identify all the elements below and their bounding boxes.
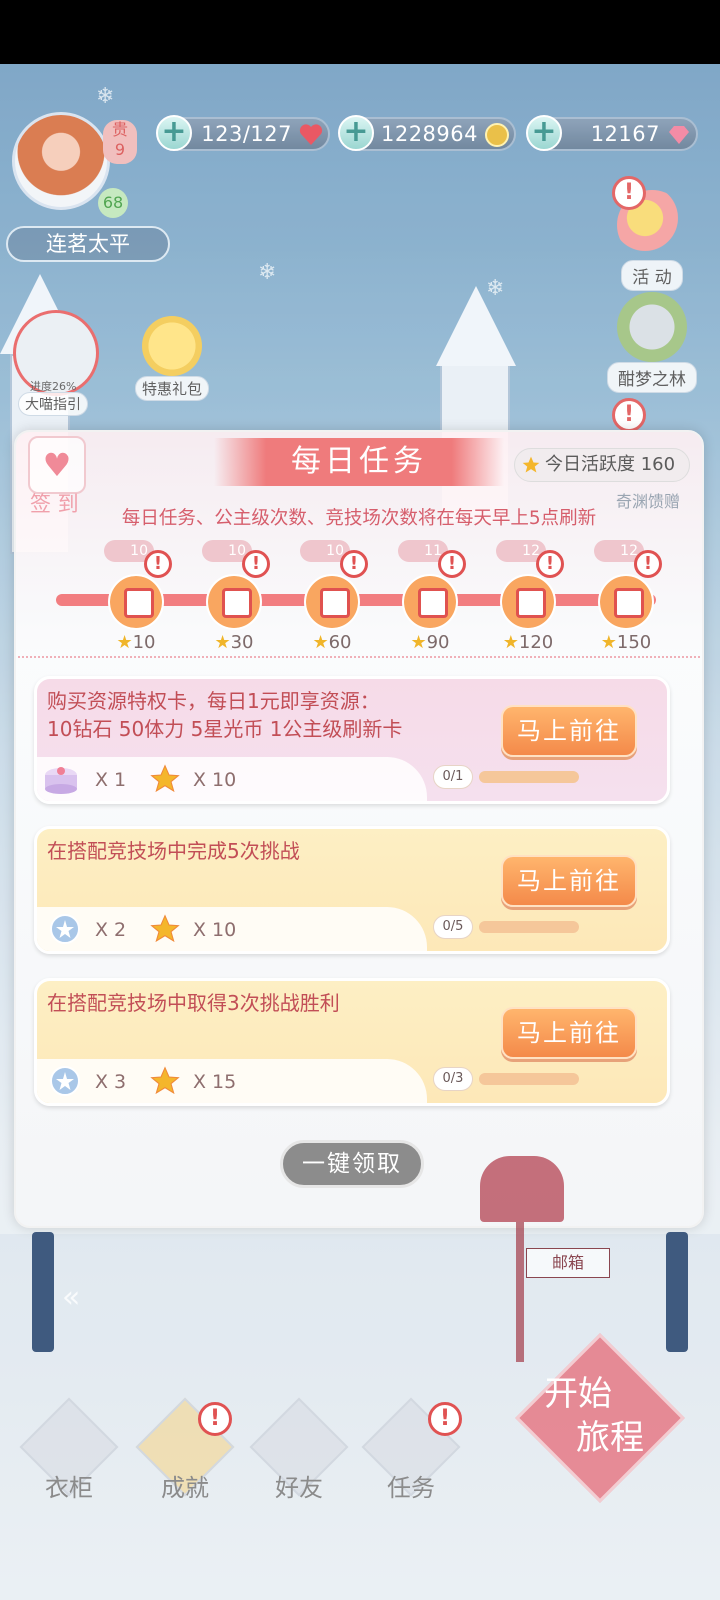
star-icon: ★	[502, 632, 519, 653]
gift-box-icon	[500, 574, 556, 630]
reward-quantity: X 15	[193, 1071, 237, 1093]
milestone-threshold-value: 60	[328, 632, 352, 653]
milestone-threshold: ★90	[392, 632, 468, 653]
go-now-button[interactable]: 马上前往	[501, 855, 637, 907]
lamp-post	[32, 1232, 54, 1352]
progress-count: 0/3	[433, 1067, 473, 1091]
scroll-left-icon[interactable]: «	[62, 1280, 80, 1315]
milestone-alert-icon: !	[242, 550, 270, 578]
milestone-reward[interactable]: 10! ★60	[292, 540, 372, 653]
milestone-alert-icon: !	[438, 550, 466, 578]
progress-bar	[479, 1073, 579, 1085]
lamp-post	[666, 1232, 688, 1352]
gift-box-icon	[108, 574, 164, 630]
progress-bar	[479, 771, 579, 783]
task-progress: 0/3	[433, 1067, 623, 1091]
milestone-threshold: ★120	[490, 632, 566, 653]
star-icon: ★	[600, 632, 617, 653]
tasks-label: 任务	[387, 1474, 435, 1502]
task-progress: 0/5	[433, 915, 623, 939]
starlight-coin-icon	[50, 1066, 80, 1096]
task-card: 在搭配竞技场中取得3次挑战胜利 X 3 X 15 马上前往 0/3	[34, 978, 670, 1106]
milestone-alert-icon: !	[536, 550, 564, 578]
star-icon: ★	[410, 632, 427, 653]
gift-box-icon	[206, 574, 262, 630]
milestone-threshold-value: 30	[230, 632, 254, 653]
refresh-note: 每日任务、公主级次数、竞技场次数将在每天早上5点刷新	[121, 508, 597, 529]
milestone-threshold: ★30	[196, 632, 272, 653]
star-icon: ★	[312, 632, 329, 653]
gift-box-icon	[598, 574, 654, 630]
milestone-threshold: ★60	[294, 632, 370, 653]
tasks-alert-icon: !	[428, 1402, 462, 1436]
start-journey-button[interactable]: 开始 旅程	[515, 1333, 685, 1503]
reward-quantity: X 10	[193, 769, 237, 791]
friends-button[interactable]: 好友	[244, 1397, 354, 1512]
milestone-reward[interactable]: 12! ★150	[586, 540, 666, 653]
progress-count: 0/5	[433, 915, 473, 939]
go-now-button[interactable]: 马上前往	[501, 1007, 637, 1059]
starlight-coin-icon	[50, 914, 80, 944]
milestone-alert-icon: !	[634, 550, 662, 578]
milestone-threshold: ★10	[98, 632, 174, 653]
claim-all-button[interactable]: 一键领取	[280, 1140, 424, 1188]
milestone-threshold-value: 120	[518, 632, 554, 653]
star-icon: ★	[214, 632, 231, 653]
start-journey-line2: 旅程	[576, 1418, 644, 1458]
go-now-button[interactable]: 马上前往	[501, 705, 637, 757]
activity-points-badge: 今日活跃度 160	[514, 448, 690, 482]
gift-box-icon	[402, 574, 458, 630]
mailbox[interactable]	[480, 1156, 564, 1222]
milestone-threshold-value: 10	[132, 632, 156, 653]
milestone-threshold-value: 150	[616, 632, 652, 653]
star-icon	[521, 454, 541, 486]
divider	[18, 656, 700, 658]
reward-quantity: X 3	[95, 1071, 127, 1093]
status-bar	[0, 0, 720, 64]
reward-quantity: X 2	[95, 919, 127, 941]
milestone-alert-icon: !	[144, 550, 172, 578]
task-card: 购买资源特权卡，每日1元即享资源： 10钻石 50体力 5星光币 1公主级刷新卡…	[34, 676, 670, 804]
star-icon	[150, 914, 180, 943]
wardrobe-label: 衣柜	[45, 1474, 93, 1502]
task-card: 在搭配竞技场中完成5次挑战 X 2 X 10 马上前往 0/5	[34, 826, 670, 954]
achievement-label: 成就	[161, 1474, 209, 1502]
friends-label: 好友	[275, 1474, 323, 1502]
start-journey-line1: 开始	[544, 1374, 612, 1414]
star-icon	[150, 1066, 180, 1095]
gift-box-icon	[45, 767, 77, 794]
task-description: 在搭配竞技场中完成5次挑战	[47, 839, 300, 863]
progress-bar	[479, 921, 579, 933]
milestone-reward[interactable]: 10! ★30	[194, 540, 274, 653]
sign-in-heart-icon[interactable]: ♥	[28, 436, 86, 494]
task-progress: 0/1	[433, 765, 623, 789]
milestone-reward[interactable]: 10! ★10	[96, 540, 176, 653]
panel-title: 每日任务	[214, 438, 504, 486]
task-description: 购买资源特权卡，每日1元即享资源： 10钻石 50体力 5星光币 1公主级刷新卡	[47, 689, 403, 741]
reward-quantity: X 1	[95, 769, 127, 791]
milestone-threshold: ★150	[588, 632, 664, 653]
wardrobe-button[interactable]: 衣柜	[14, 1397, 124, 1512]
progress-count: 0/1	[433, 765, 473, 789]
milestone-reward[interactable]: 11! ★90	[390, 540, 470, 653]
star-icon: ★	[116, 632, 133, 653]
mailbox-label[interactable]: 邮箱	[526, 1248, 610, 1278]
activity-points-text: 今日活跃度 160	[545, 454, 676, 475]
reward-quantity: X 10	[193, 919, 237, 941]
task-description: 在搭配竞技场中取得3次挑战胜利	[47, 991, 340, 1015]
milestone-threshold-value: 90	[426, 632, 450, 653]
achievement-alert-icon: !	[198, 1402, 232, 1436]
gift-box-icon	[304, 574, 360, 630]
star-icon	[150, 764, 180, 793]
milestone-alert-icon: !	[340, 550, 368, 578]
milestone-reward[interactable]: 12! ★120	[488, 540, 568, 653]
